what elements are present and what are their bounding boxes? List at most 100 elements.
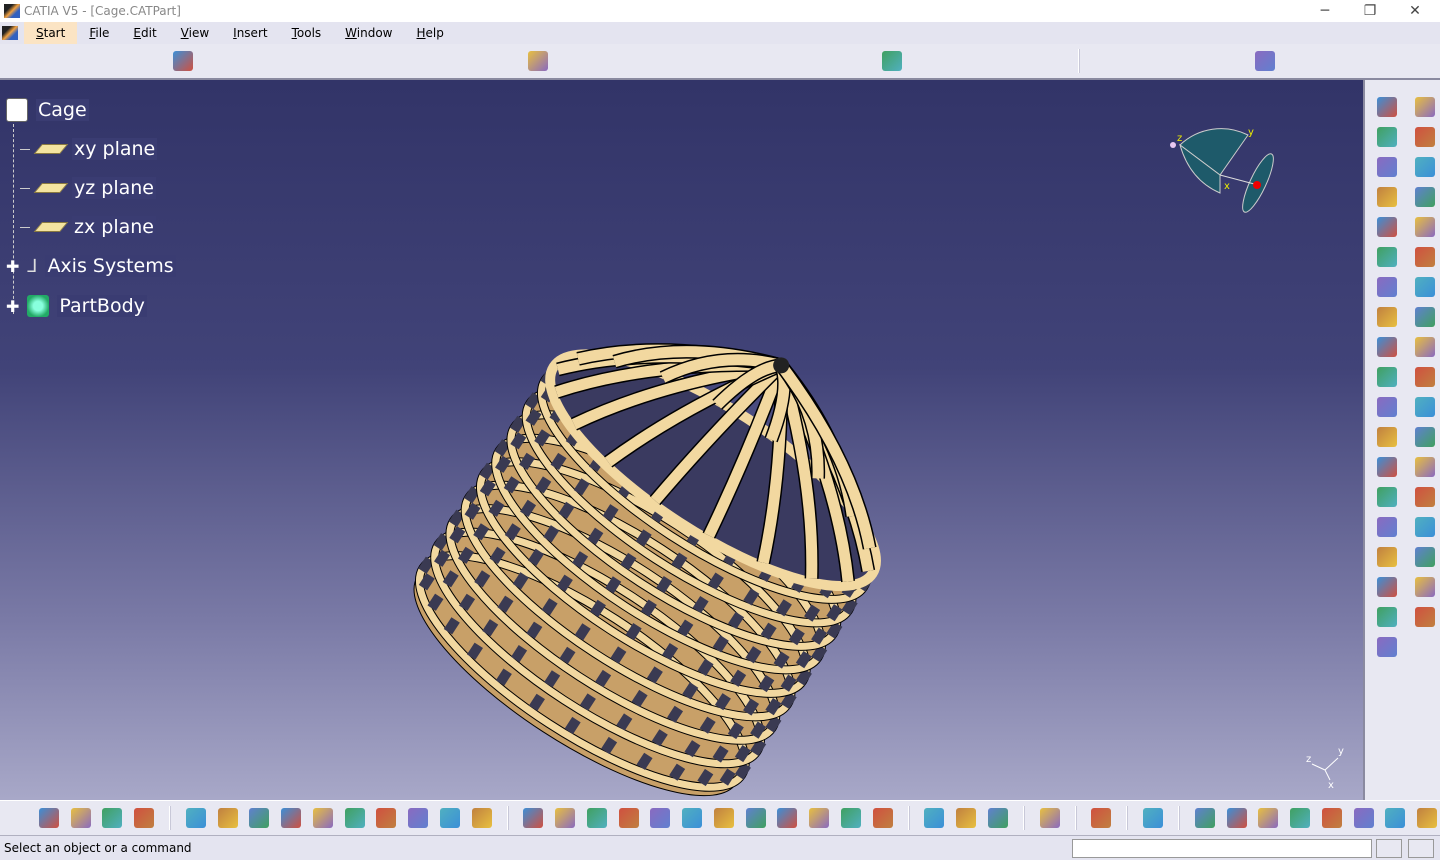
circle-icon[interactable] — [1415, 487, 1435, 507]
save-icon[interactable] — [249, 808, 270, 828]
menu-window[interactable]: Window — [333, 22, 404, 44]
sketch-plane-icon[interactable] — [1415, 127, 1435, 147]
axis-system-icon[interactable] — [1258, 808, 1279, 828]
shell-icon[interactable] — [1415, 307, 1435, 327]
select-icon[interactable] — [1415, 97, 1435, 117]
apply-material-icon[interactable] — [1415, 367, 1435, 387]
pad-icon[interactable] — [1377, 187, 1397, 207]
line-icon[interactable] — [1415, 457, 1435, 477]
thickness-icon[interactable] — [1377, 337, 1397, 357]
cage-part-model[interactable] — [0, 80, 1363, 800]
units-icon[interactable] — [1290, 808, 1311, 828]
zoom-in-icon[interactable] — [650, 808, 671, 828]
close-button[interactable]: ✕ — [1392, 0, 1438, 22]
menu-insert[interactable]: Insert — [221, 22, 279, 44]
hand-icon[interactable] — [1226, 808, 1247, 828]
copy-icon[interactable] — [344, 808, 365, 828]
compass[interactable]: z y x — [1160, 125, 1290, 225]
pocket-icon[interactable] — [1415, 187, 1435, 207]
catalog-icon[interactable] — [1254, 51, 1275, 71]
mirror-icon[interactable] — [1415, 577, 1435, 597]
plane-tool-icon[interactable] — [1417, 808, 1438, 828]
grid-icon[interactable] — [1415, 397, 1435, 417]
tree-icon[interactable] — [1091, 808, 1112, 828]
pan-icon[interactable] — [586, 808, 607, 828]
analysis-icon[interactable] — [102, 808, 123, 828]
normal-view-icon[interactable] — [713, 808, 734, 828]
envelope-icon[interactable] — [173, 51, 194, 71]
menu-help[interactable]: Help — [405, 22, 456, 44]
new-icon[interactable] — [185, 808, 206, 828]
menu-view[interactable]: View — [169, 22, 221, 44]
measure-item-icon[interactable] — [956, 808, 977, 828]
point-icon-2[interactable] — [1377, 457, 1397, 477]
whats-this-icon[interactable] — [882, 51, 903, 71]
sketch-icon[interactable] — [1377, 127, 1397, 147]
constraint-icon[interactable] — [1377, 637, 1397, 657]
swap-icon[interactable] — [872, 808, 893, 828]
settings-icon[interactable] — [1377, 97, 1397, 117]
list-icon[interactable] — [1385, 808, 1406, 828]
iso-view-icon[interactable] — [777, 808, 798, 828]
document-icon[interactable] — [2, 26, 18, 40]
axis-triad: y z x — [1306, 746, 1344, 790]
add-icon[interactable] — [1415, 517, 1435, 537]
inertia-icon[interactable] — [987, 808, 1008, 828]
help-icon[interactable] — [471, 808, 492, 828]
redo-icon[interactable] — [439, 808, 460, 828]
capture-icon[interactable] — [1039, 808, 1060, 828]
parameters-icon[interactable] — [1321, 808, 1342, 828]
shading-icon[interactable] — [809, 808, 830, 828]
multi-view-icon[interactable] — [745, 808, 766, 828]
transform-icon[interactable] — [1377, 577, 1397, 597]
fit-all-icon[interactable] — [555, 808, 576, 828]
status-button-1[interactable] — [1376, 839, 1402, 858]
cut-icon[interactable] — [312, 808, 333, 828]
axis-icon[interactable] — [1377, 397, 1397, 417]
menu-start[interactable]: Start — [24, 22, 78, 44]
fly-icon[interactable] — [523, 808, 544, 828]
shape-icon[interactable] — [38, 808, 59, 828]
menu-file[interactable]: File — [77, 22, 121, 44]
undo-icon[interactable] — [408, 808, 429, 828]
fillet-icon[interactable] — [1377, 277, 1397, 297]
plane-icon[interactable] — [1377, 487, 1397, 507]
restore-button[interactable]: ❐ — [1347, 0, 1393, 22]
stiffener-icon[interactable] — [1415, 247, 1435, 267]
boolean-icon[interactable] — [1377, 517, 1397, 537]
zoom-out-icon[interactable] — [682, 808, 703, 828]
measure-between-icon[interactable] — [924, 808, 945, 828]
sketch-output-icon[interactable] — [1377, 157, 1397, 177]
paste-icon[interactable] — [376, 808, 397, 828]
hide-show-icon[interactable] — [840, 808, 861, 828]
thread-icon[interactable] — [1415, 337, 1435, 357]
status-button-2[interactable] — [1408, 839, 1434, 858]
open-icon[interactable] — [217, 808, 238, 828]
pattern-icon[interactable] — [1377, 607, 1397, 627]
draft-icon[interactable] — [1377, 307, 1397, 327]
3d-viewport[interactable]: Cage xy plane yz plane zx plane ✚ ⅃ Axis … — [0, 80, 1363, 800]
layers-icon[interactable] — [134, 808, 155, 828]
multi-envelope-icon[interactable] — [527, 51, 548, 71]
edit-sketch-icon[interactable] — [1415, 157, 1435, 177]
intersect-icon[interactable] — [1415, 547, 1435, 567]
hole-icon[interactable] — [1377, 217, 1397, 237]
rib-icon[interactable] — [1415, 217, 1435, 237]
surface-icon[interactable] — [70, 808, 91, 828]
chamfer-icon[interactable] — [1415, 277, 1435, 297]
remove-icon[interactable] — [1377, 547, 1397, 567]
measure-icon[interactable] — [1377, 367, 1397, 387]
rotate-icon[interactable] — [618, 808, 639, 828]
menu-tools[interactable]: Tools — [280, 22, 334, 44]
slot-icon[interactable] — [1377, 247, 1397, 267]
menu-edit[interactable]: Edit — [121, 22, 168, 44]
minimize-button[interactable]: ─ — [1302, 0, 1348, 22]
point-icon[interactable] — [1415, 427, 1435, 447]
update-icon[interactable] — [1194, 808, 1215, 828]
formula-icon[interactable] — [1353, 808, 1374, 828]
scale-icon[interactable] — [1415, 607, 1435, 627]
print-icon[interactable] — [281, 808, 302, 828]
snap-icon[interactable] — [1377, 427, 1397, 447]
command-input[interactable] — [1072, 839, 1372, 858]
material-icon[interactable] — [1143, 808, 1164, 828]
